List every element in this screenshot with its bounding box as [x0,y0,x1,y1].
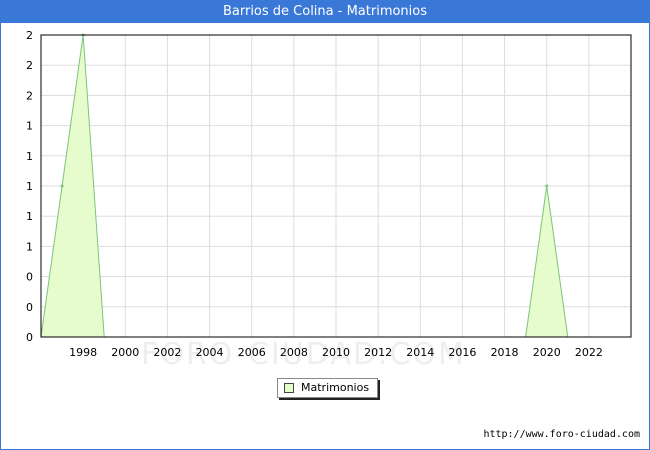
x-tick-label: 2010 [322,346,350,359]
chart-frame: Barrios de Colina - Matrimonios FORO-CIU… [0,0,650,450]
y-tick-label: 0 [26,271,33,284]
y-tick-label: 1 [26,150,33,163]
data-point [60,184,64,188]
y-tick-label: 1 [26,240,33,253]
y-tick-label: 2 [26,89,33,102]
y-tick-label: 2 [26,29,33,42]
x-tick-label: 2022 [575,346,603,359]
y-tick-label: 1 [26,210,33,223]
x-tick-label: 2016 [448,346,476,359]
source-link[interactable]: http://www.foro-ciudad.com [483,429,640,440]
y-tick-label: 0 [26,331,33,344]
x-tick-label: 2002 [153,346,181,359]
legend-swatch [284,383,294,393]
y-tick-label: 1 [26,180,33,193]
x-tick-label: 1998 [69,346,97,359]
x-tick-label: 2012 [364,346,392,359]
legend: Matrimonios [277,378,379,398]
x-tick-label: 2000 [111,346,139,359]
legend-label: Matrimonios [301,381,370,394]
data-point [545,184,549,188]
x-tick-label: 2018 [491,346,519,359]
x-tick-label: 2008 [280,346,308,359]
y-tick-label: 2 [26,59,33,72]
y-tick-label: 1 [26,120,33,133]
x-tick-label: 2014 [406,346,434,359]
x-tick-label: 2020 [533,346,561,359]
y-tick-label: 0 [26,301,33,314]
x-tick-label: 2006 [238,346,266,359]
x-tick-label: 2004 [196,346,224,359]
